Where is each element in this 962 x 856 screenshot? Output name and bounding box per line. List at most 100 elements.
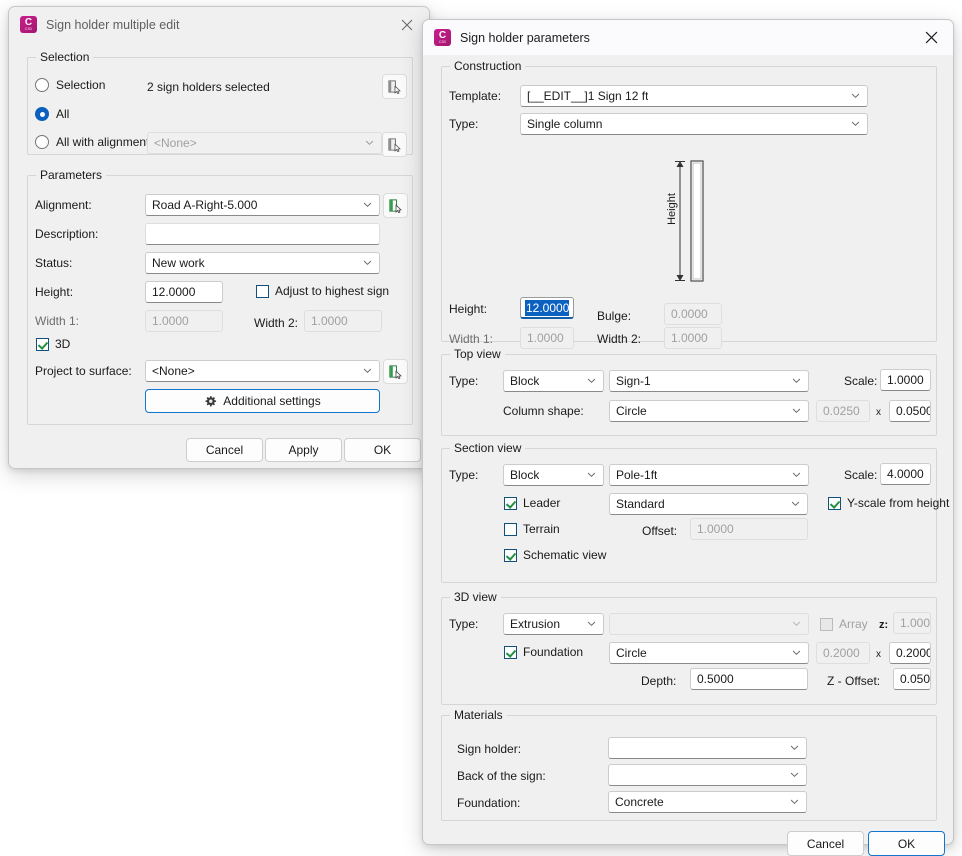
adjust-to-highest-sign-checkbox[interactable]: Adjust to highest sign	[256, 284, 389, 298]
construction-type-combo[interactable]: Single column	[520, 113, 868, 135]
sign-holder-material-combo[interactable]	[608, 737, 807, 759]
array-checkbox-label: Array	[839, 617, 868, 631]
left-apply-label: Apply	[288, 443, 319, 457]
alignment-combo[interactable]: Road A-Right-5.000	[145, 194, 380, 216]
top-view-type-combo[interactable]: Block	[503, 370, 604, 392]
chevron-down-icon	[792, 406, 801, 415]
construction-legend: Construction	[450, 59, 526, 73]
top-view-size-y-input[interactable]: 0.0500	[889, 400, 931, 422]
right-cancel-button[interactable]: Cancel	[787, 831, 864, 856]
construction-type-value: Single column	[527, 117, 603, 131]
section-view-type-combo[interactable]: Block	[503, 464, 604, 486]
foundation-shape-value: Circle	[616, 646, 647, 660]
threed-type-label: Type:	[449, 617, 479, 631]
construction-width2-value: 1.0000	[671, 331, 708, 345]
threed-size-x-input: 0.2000	[816, 642, 870, 664]
depth-label: Depth:	[641, 674, 677, 688]
chevron-down-icon	[792, 619, 801, 628]
selection-group-legend: Selection	[36, 50, 94, 64]
radio-selection[interactable]: Selection	[35, 78, 105, 92]
width2-label: Width 2:	[254, 316, 299, 330]
foundation-shape-combo[interactable]: Circle	[609, 642, 809, 664]
civil3d-app-icon: C C3D	[434, 29, 451, 46]
column-shape-value: Circle	[616, 404, 647, 418]
top-view-block-combo[interactable]: Sign-1	[609, 370, 809, 392]
left-cancel-label: Cancel	[205, 443, 244, 457]
construction-height-input[interactable]: 12.0000	[520, 297, 574, 319]
depth-input[interactable]: 0.5000	[690, 668, 808, 690]
zoffset-input[interactable]: 0.0500	[893, 668, 931, 690]
pick-alignment-button[interactable]	[382, 132, 407, 157]
threed-type-combo[interactable]: Extrusion	[503, 613, 604, 635]
threed-checkbox[interactable]: 3D	[36, 337, 70, 351]
foundation-checkbox[interactable]: Foundation	[504, 645, 583, 659]
right-dialog-titlebar: C C3D Sign holder parameters	[423, 20, 953, 55]
construction-type-label: Type:	[449, 117, 479, 131]
back-of-sign-material-label: Back of the sign:	[457, 769, 546, 783]
gear-icon	[204, 395, 217, 408]
leader-checkbox-box	[504, 496, 517, 510]
project-to-surface-combo[interactable]: <None>	[145, 360, 380, 382]
right-ok-button[interactable]: OK	[868, 831, 945, 856]
chevron-down-icon	[587, 470, 596, 479]
radio-all-label: All	[56, 107, 70, 121]
foundation-checkbox-box	[504, 645, 517, 659]
back-of-sign-material-combo[interactable]	[608, 764, 807, 786]
description-label: Description:	[35, 227, 99, 241]
project-to-surface-label: Project to surface:	[35, 364, 132, 378]
left-apply-button[interactable]: Apply	[265, 438, 342, 462]
terrain-checkbox[interactable]: Terrain	[504, 522, 560, 536]
alignment-value: Road A-Right-5.000	[152, 198, 258, 212]
additional-settings-button[interactable]: Additional settings	[145, 389, 380, 413]
pick-alignment-param-button[interactable]	[383, 193, 408, 218]
left-ok-button[interactable]: OK	[344, 438, 421, 462]
depth-value: 0.5000	[697, 672, 734, 686]
leader-checkbox[interactable]: Leader	[504, 496, 560, 510]
schematic-height-label: Height	[665, 193, 678, 225]
array-checkbox-box	[820, 617, 833, 631]
yscale-from-height-checkbox[interactable]: Y-scale from height	[828, 496, 949, 510]
radio-all-with-alignment[interactable]: All with alignment	[35, 135, 149, 149]
zoffset-label: Z - Offset:	[827, 674, 881, 688]
radio-all[interactable]: All	[35, 107, 69, 121]
chevron-down-icon	[792, 376, 801, 385]
foundation-material-combo[interactable]: Concrete	[608, 791, 807, 813]
top-view-size-y-value: 0.0500	[896, 404, 931, 418]
right-dialog-title: Sign holder parameters	[460, 30, 590, 45]
section-view-block-combo[interactable]: Pole-1ft	[609, 464, 809, 486]
sign-holder-parameters-dialog: C C3D Sign holder parameters Construction…	[422, 19, 954, 856]
pick-surface-button[interactable]	[383, 359, 408, 384]
width1-label: Width 1:	[35, 314, 80, 328]
close-icon[interactable]	[915, 25, 947, 51]
pick-selection-button[interactable]	[382, 74, 407, 99]
template-combo[interactable]: [__EDIT__]1 Sign 12 ft	[520, 85, 868, 107]
threed-checkbox-box	[36, 337, 49, 351]
bulge-input: 0.0000	[664, 303, 722, 325]
top-view-size-x-input: 0.0250	[816, 400, 870, 422]
chevron-down-icon	[851, 119, 860, 128]
description-input[interactable]	[145, 223, 380, 245]
top-view-type-value: Block	[510, 374, 540, 388]
pick-object-icon	[388, 138, 401, 152]
section-view-group: Section view Type: Block Pole-1ft Scale:…	[441, 441, 949, 583]
left-cancel-button[interactable]: Cancel	[186, 438, 263, 462]
threed-size-x-value: 0.2000	[823, 646, 860, 660]
schematic-view-checkbox[interactable]: Schematic view	[504, 548, 606, 562]
close-icon[interactable]	[391, 12, 423, 38]
chevron-down-icon	[790, 743, 799, 752]
height-input[interactable]: 12.0000	[145, 281, 223, 303]
top-view-scale-input[interactable]: 1.0000	[880, 369, 931, 391]
top-view-size-x-value: 0.0250	[823, 404, 860, 418]
section-view-scale-input[interactable]: 4.0000	[880, 463, 931, 485]
all-with-alignment-combo[interactable]: <None>	[147, 132, 382, 154]
threed-size-y-input[interactable]: 0.2000	[889, 642, 931, 664]
chevron-down-icon	[792, 470, 801, 479]
section-view-type-label: Type:	[449, 468, 479, 482]
leader-style-combo[interactable]: Standard	[609, 493, 808, 515]
top-view-scale-value: 1.0000	[887, 373, 924, 387]
section-view-scale-label: Scale:	[844, 468, 878, 482]
status-combo[interactable]: New work	[145, 252, 380, 274]
right-ok-label: OK	[897, 836, 916, 851]
threed-checkbox-label: 3D	[55, 337, 71, 351]
column-shape-combo[interactable]: Circle	[609, 400, 809, 422]
